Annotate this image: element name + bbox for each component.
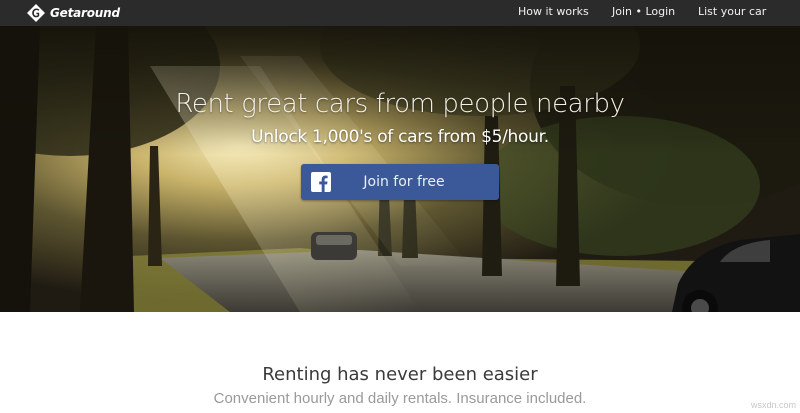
brand-logo[interactable]: Getaround	[26, 3, 120, 23]
getaround-logo-icon	[27, 4, 45, 22]
join-for-free-button[interactable]: Join for free	[301, 164, 499, 200]
section-title: Renting has never been easier	[262, 364, 538, 385]
hero-subheadline: Unlock 1,000's of cars from $5/hour.	[251, 127, 549, 147]
brand-name: Getaround	[50, 6, 120, 20]
nav-join-login-link[interactable]: Join • Login	[612, 5, 675, 21]
section-subtitle: Convenient hourly and daily rentals. Ins…	[213, 390, 587, 407]
join-button-label: Join for free	[363, 174, 445, 190]
hero-headline: Rent great cars from people nearby	[175, 89, 625, 119]
nav-how-it-works-link[interactable]: How it works	[518, 5, 589, 21]
nav-list-your-car-link[interactable]: List your car	[698, 5, 766, 21]
watermark: wsxdn.com	[750, 400, 796, 410]
hero-section: Rent great cars from people nearby Unloc…	[0, 26, 800, 312]
top-navigation-bar: Getaround How it works Join • Login List…	[0, 0, 800, 26]
